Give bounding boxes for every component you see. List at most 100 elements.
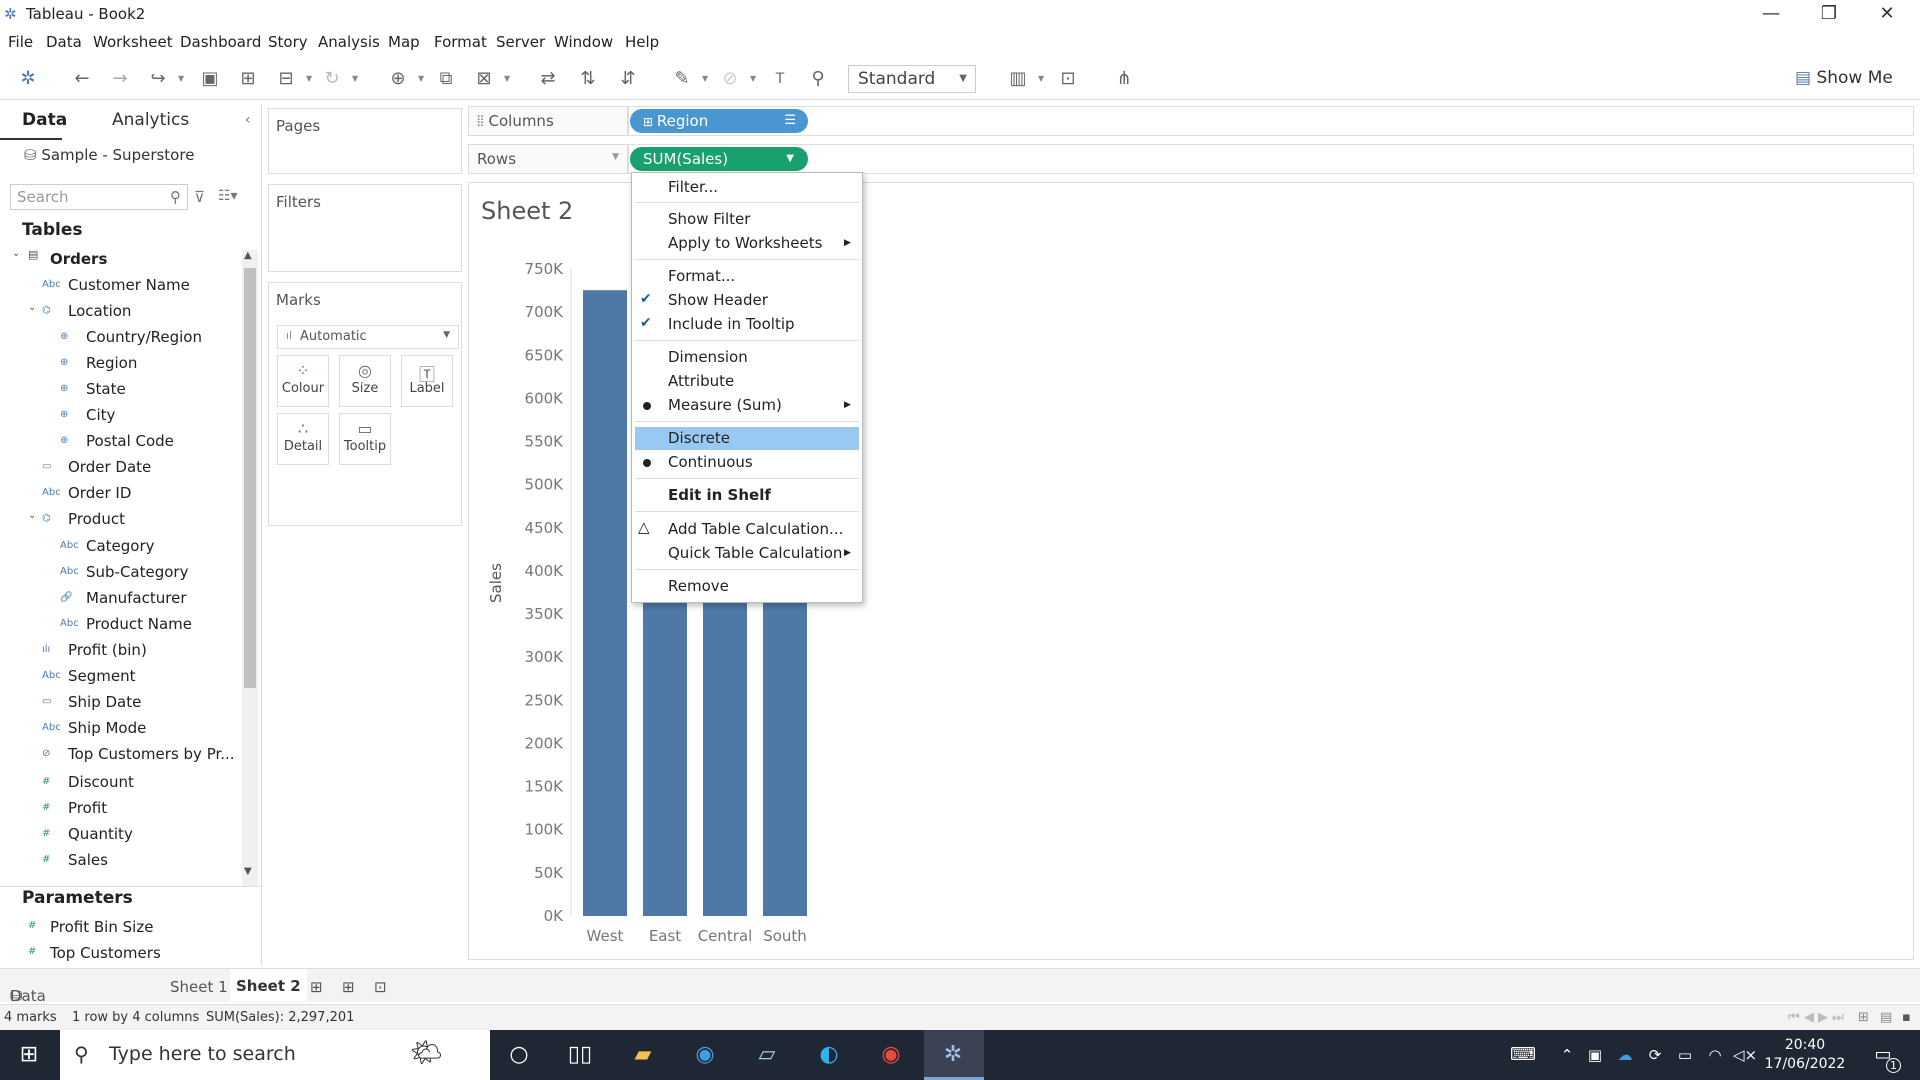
sheet-sorter-icon[interactable]: ⊞ <box>1858 1010 1869 1025</box>
menu-item-edit-in-shelf[interactable]: Edit in Shelf <box>668 486 771 504</box>
new-worksheet-icon[interactable]: ⊞ <box>310 978 323 996</box>
label-button[interactable]: 🅃 Label <box>401 355 453 407</box>
menu-item-include-in-tooltip[interactable]: Include in Tooltip <box>668 315 795 333</box>
tab-analytics[interactable]: Analytics <box>112 110 189 130</box>
field-item[interactable]: Order Date <box>68 458 151 476</box>
expand-icon[interactable]: ⌄ <box>12 248 20 259</box>
chevron-down-icon[interactable]: ▼ <box>750 74 758 83</box>
menu-item-add-table-calculation[interactable]: Add Table Calculation... <box>668 520 843 538</box>
menu-dashboard[interactable]: Dashboard <box>180 33 261 51</box>
field-item[interactable]: Location <box>68 302 131 320</box>
menu-item-continuous[interactable]: Continuous <box>668 453 753 471</box>
menu-item-show-header[interactable]: Show Header <box>668 291 768 309</box>
show-me-button[interactable]: ▤ Show Me <box>1795 68 1893 88</box>
scroll-down-icon[interactable]: ▼ <box>244 866 252 877</box>
chevron-down-icon[interactable]: ▼ <box>306 74 314 83</box>
tab-sheet-2[interactable]: Sheet 2 <box>230 969 307 1001</box>
onedrive-icon[interactable]: ☁ <box>1610 1040 1640 1070</box>
mark-type-dropdown[interactable]: ıl Automatic ▼ <box>277 325 459 349</box>
field-item[interactable]: State <box>86 380 126 398</box>
system-clock[interactable]: 20:40 17/06/2022 <box>1760 1036 1850 1074</box>
save-icon[interactable]: ▣ <box>196 66 224 92</box>
search-input[interactable]: Search ⚲ <box>10 184 188 210</box>
share-icon[interactable]: ⋔ <box>1110 66 1138 92</box>
duplicate-sheet-icon[interactable]: ⧉ <box>432 66 460 92</box>
bar-west[interactable] <box>583 290 627 916</box>
chevron-down-icon[interactable]: ▼ <box>504 74 512 83</box>
filters-card[interactable]: Filters <box>268 184 462 272</box>
field-item[interactable]: Manufacturer <box>86 589 187 607</box>
menu-item-quick-table-calculation[interactable]: Quick Table Calculation <box>668 544 842 562</box>
chevron-down-icon[interactable]: ▼ <box>352 74 360 83</box>
volume-icon[interactable]: ◁× <box>1730 1040 1760 1070</box>
field-item[interactable]: Segment <box>68 667 136 685</box>
refresh-icon[interactable]: ↻ <box>318 66 346 92</box>
datasource-name[interactable]: ⛁ Sample - Superstore <box>24 146 194 164</box>
show-labels-icon[interactable]: T <box>766 66 794 92</box>
menu-item-apply-to-worksheets[interactable]: Apply to Worksheets <box>668 234 822 252</box>
wifi-icon[interactable]: ◠ <box>1700 1040 1730 1070</box>
x-category-label[interactable]: West <box>587 927 624 945</box>
menu-item-attribute[interactable]: Attribute <box>668 372 734 390</box>
pause-update-icon[interactable]: ⊟ <box>272 66 300 92</box>
field-item[interactable]: Product <box>68 510 125 528</box>
redo-icon[interactable]: → <box>106 66 134 92</box>
x-category-label[interactable]: South <box>763 927 807 945</box>
parameter-profit-bin-size[interactable]: Profit Bin Size <box>50 918 153 936</box>
restore-button[interactable]: ❐ <box>1800 0 1858 28</box>
windows-start-icon[interactable]: ⊞ <box>14 1040 44 1070</box>
pages-card[interactable]: Pages <box>268 108 462 174</box>
scrollbar-thumb[interactable] <box>244 268 256 688</box>
fit-mode-dropdown[interactable]: Standard ▼ <box>848 65 976 93</box>
field-item[interactable]: Customer Name <box>68 276 190 294</box>
field-item[interactable]: Profit <box>68 799 107 817</box>
meet-icon[interactable]: ▣ <box>1580 1040 1610 1070</box>
file-explorer-icon[interactable]: ▰ <box>628 1040 658 1070</box>
y-axis-label[interactable]: Sales <box>487 563 505 603</box>
group-icon[interactable]: ⊘ <box>716 66 744 92</box>
new-dashboard-icon[interactable]: ⊞ <box>342 978 355 996</box>
menu-data[interactable]: Data <box>46 33 82 51</box>
field-item[interactable]: Region <box>86 354 137 372</box>
parameter-top-customers[interactable]: Top Customers <box>50 944 161 962</box>
rows-shelf[interactable] <box>628 144 1914 174</box>
menu-worksheet[interactable]: Worksheet <box>93 33 173 51</box>
tab-data[interactable]: Data <box>22 110 67 130</box>
field-item[interactable]: Quantity <box>68 825 133 843</box>
field-item[interactable]: Order ID <box>68 484 131 502</box>
table-orders[interactable]: Orders <box>50 250 107 268</box>
chevron-down-icon[interactable]: ▼ <box>1038 74 1046 83</box>
menu-analysis[interactable]: Analysis <box>318 33 380 51</box>
scroll-up-icon[interactable]: ▲ <box>244 250 252 261</box>
replay-icon[interactable]: ↪ <box>144 66 172 92</box>
columns-shelf[interactable] <box>628 106 1914 136</box>
cortana-icon[interactable]: ○ <box>504 1040 534 1070</box>
keyboard-icon[interactable]: ⌨ <box>1508 1040 1538 1070</box>
field-item[interactable]: Ship Date <box>68 693 141 711</box>
region-pill[interactable]: ⊞ Region ☰ <box>630 109 808 133</box>
clear-sheet-icon[interactable]: ⊠ <box>470 66 498 92</box>
fix-axes-icon[interactable]: ⚲ <box>804 66 832 92</box>
new-datasource-icon[interactable]: ⊞ <box>234 66 262 92</box>
taskbar-search[interactable]: ⚲ Type here to search 🌤 <box>60 1030 490 1080</box>
battery-icon[interactable]: ▭ <box>1670 1040 1700 1070</box>
x-category-label[interactable]: Central <box>698 927 753 945</box>
menu-item-format[interactable]: Format... <box>668 267 735 285</box>
tray-chevron-up-icon[interactable]: ⌃ <box>1552 1040 1582 1070</box>
filmstrip-icon[interactable]: ▤ <box>1880 1010 1892 1025</box>
menu-map[interactable]: Map <box>388 33 420 51</box>
task-view-icon[interactable]: ▯▯ <box>565 1040 595 1070</box>
sort-ascending-icon[interactable]: ⇅ <box>574 66 602 92</box>
menu-item-dimension[interactable]: Dimension <box>668 348 748 366</box>
field-item[interactable]: Postal Code <box>86 432 174 450</box>
field-item[interactable]: City <box>86 406 115 424</box>
edge-icon[interactable]: ◐ <box>814 1040 844 1070</box>
highlight-icon[interactable]: ✎ <box>668 66 696 92</box>
menu-item-filter[interactable]: Filter... <box>668 178 718 196</box>
menu-story[interactable]: Story <box>268 33 308 51</box>
bar-south[interactable] <box>763 578 807 916</box>
menu-item-remove[interactable]: Remove <box>668 577 729 595</box>
menu-file[interactable]: File <box>8 33 33 51</box>
field-item[interactable]: Country/Region <box>86 328 202 346</box>
close-button[interactable]: ✕ <box>1858 0 1916 28</box>
